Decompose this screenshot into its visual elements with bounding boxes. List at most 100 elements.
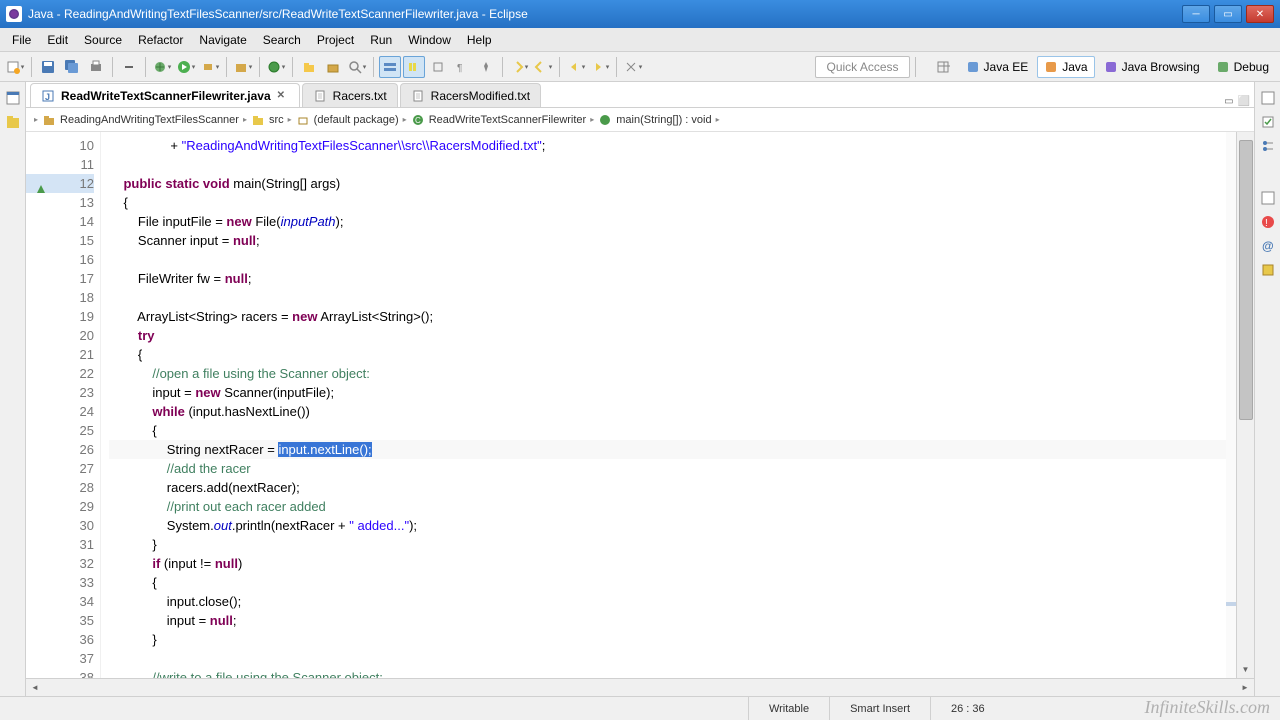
perspective-java[interactable]: Java — [1037, 56, 1094, 78]
code-line[interactable]: { — [109, 193, 1254, 212]
open-task-button[interactable] — [322, 56, 344, 78]
minimize-button[interactable]: ─ — [1182, 5, 1210, 23]
menu-project[interactable]: Project — [309, 31, 362, 49]
next-annotation-button[interactable] — [508, 56, 530, 78]
maximize-view-icon[interactable]: ⬜ — [1238, 96, 1250, 107]
code-line[interactable]: //print out each racer added — [109, 497, 1254, 516]
scroll-up-icon[interactable] — [1237, 132, 1254, 150]
menu-edit[interactable]: Edit — [39, 31, 76, 49]
editor-tab[interactable]: RacersModified.txt — [400, 83, 541, 107]
code-line[interactable]: input = new Scanner(inputFile); — [109, 383, 1254, 402]
chevron-right-icon[interactable]: ▸ — [716, 115, 720, 124]
menu-run[interactable]: Run — [362, 31, 400, 49]
code-line[interactable] — [109, 649, 1254, 668]
minimize-view-icon[interactable]: ▭ — [1224, 96, 1233, 107]
chevron-right-icon[interactable]: ▸ — [34, 115, 38, 124]
scroll-down-icon[interactable]: ▼ — [1237, 660, 1254, 678]
run-last-button[interactable] — [199, 56, 221, 78]
new-package-button[interactable] — [232, 56, 254, 78]
link-button[interactable] — [118, 56, 140, 78]
code-line[interactable]: + "ReadingAndWritingTextFilesScanner\\sr… — [109, 136, 1254, 155]
last-edit-button[interactable] — [622, 56, 644, 78]
code-line[interactable]: //add the racer — [109, 459, 1254, 478]
chevron-right-icon[interactable]: ▸ — [243, 115, 247, 124]
breadcrumb-item[interactable]: (default package) — [314, 114, 399, 126]
menu-navigate[interactable]: Navigate — [191, 31, 254, 49]
scrollbar-thumb[interactable] — [1239, 140, 1253, 420]
menu-source[interactable]: Source — [76, 31, 130, 49]
run-button[interactable] — [175, 56, 197, 78]
code-line[interactable]: { — [109, 421, 1254, 440]
new-button[interactable] — [4, 56, 26, 78]
code-line[interactable] — [109, 155, 1254, 174]
perspective-debug[interactable]: Debug — [1209, 56, 1276, 78]
restore-right-icon[interactable] — [1260, 90, 1276, 106]
code-line[interactable]: if (input != null) — [109, 554, 1254, 573]
print-button[interactable] — [85, 56, 107, 78]
overview-ruler[interactable] — [1226, 132, 1236, 678]
prev-annotation-button[interactable] — [532, 56, 554, 78]
menu-refactor[interactable]: Refactor — [130, 31, 191, 49]
code-line[interactable]: File inputFile = new File(inputPath); — [109, 212, 1254, 231]
chevron-right-icon[interactable]: ▸ — [403, 115, 407, 124]
task-list-icon[interactable] — [1260, 114, 1276, 130]
code-line[interactable]: System.out.println(nextRacer + " added..… — [109, 516, 1254, 535]
outline-icon[interactable] — [1260, 138, 1276, 154]
code-line[interactable]: ArrayList<String> racers = new ArrayList… — [109, 307, 1254, 326]
new-class-button[interactable] — [265, 56, 287, 78]
code-line[interactable]: //write to a file using the Scanner obje… — [109, 668, 1254, 678]
editor-tab[interactable]: JReadWriteTextScannerFilewriter.java✕ — [30, 83, 300, 107]
chevron-right-icon[interactable]: ▸ — [288, 115, 292, 124]
restore-bottom-icon[interactable] — [1260, 190, 1276, 206]
toggle-mark-button[interactable] — [403, 56, 425, 78]
code-line[interactable]: { — [109, 573, 1254, 592]
breadcrumb-item[interactable]: src — [269, 114, 284, 126]
pin-button[interactable] — [475, 56, 497, 78]
block-selection-button[interactable] — [427, 56, 449, 78]
scroll-left-icon[interactable]: ◄ — [26, 679, 44, 697]
show-whitespace-button[interactable]: ¶ — [451, 56, 473, 78]
close-button[interactable]: ✕ — [1246, 5, 1274, 23]
code-content[interactable]: + "ReadingAndWritingTextFilesScanner\\sr… — [101, 132, 1254, 678]
restore-view-icon[interactable] — [5, 90, 21, 106]
horizontal-scrollbar[interactable]: ◄ ► — [26, 678, 1254, 696]
maximize-button[interactable]: ▭ — [1214, 5, 1242, 23]
toggle-breadcrumb-button[interactable] — [379, 56, 401, 78]
code-line[interactable]: } — [109, 630, 1254, 649]
code-line[interactable]: input.close(); — [109, 592, 1254, 611]
quick-access-input[interactable]: Quick Access — [815, 56, 909, 78]
code-line[interactable]: while (input.hasNextLine()) — [109, 402, 1254, 421]
code-line[interactable]: { — [109, 345, 1254, 364]
code-line[interactable]: racers.add(nextRacer); — [109, 478, 1254, 497]
debug-button[interactable] — [151, 56, 173, 78]
code-line[interactable]: public static void main(String[] args) — [109, 174, 1254, 193]
vertical-scrollbar[interactable]: ▼ — [1236, 132, 1254, 678]
problems-icon[interactable]: ! — [1260, 214, 1276, 230]
code-line[interactable] — [109, 288, 1254, 307]
search-button[interactable] — [346, 56, 368, 78]
close-tab-icon[interactable]: ✕ — [277, 90, 289, 102]
open-type-button[interactable] — [298, 56, 320, 78]
menu-file[interactable]: File — [4, 31, 39, 49]
code-line[interactable]: FileWriter fw = null; — [109, 269, 1254, 288]
code-line[interactable]: String nextRacer = input.nextLine(); — [109, 440, 1254, 459]
save-button[interactable] — [37, 56, 59, 78]
breadcrumb-item[interactable]: ReadingAndWritingTextFilesScanner — [60, 114, 239, 126]
declaration-icon[interactable] — [1260, 262, 1276, 278]
code-line[interactable]: try — [109, 326, 1254, 345]
code-line[interactable]: input = null; — [109, 611, 1254, 630]
menu-window[interactable]: Window — [400, 31, 459, 49]
code-line[interactable]: } — [109, 535, 1254, 554]
breadcrumb-item[interactable]: ReadWriteTextScannerFilewriter — [429, 114, 587, 126]
chevron-right-icon[interactable]: ▸ — [590, 115, 594, 124]
open-perspective-button[interactable] — [929, 56, 957, 78]
save-all-button[interactable] — [61, 56, 83, 78]
breadcrumb-item[interactable]: main(String[]) : void — [616, 114, 711, 126]
scroll-right-icon[interactable]: ► — [1236, 679, 1254, 697]
editor-tab[interactable]: Racers.txt — [302, 83, 398, 107]
code-line[interactable]: Scanner input = null; — [109, 231, 1254, 250]
code-editor[interactable]: 1011121314151617181920212223242526272829… — [26, 132, 1254, 678]
perspective-java-browsing[interactable]: Java Browsing — [1097, 56, 1207, 78]
perspective-java-ee[interactable]: Java EE — [959, 56, 1036, 78]
package-explorer-icon[interactable] — [5, 114, 21, 130]
